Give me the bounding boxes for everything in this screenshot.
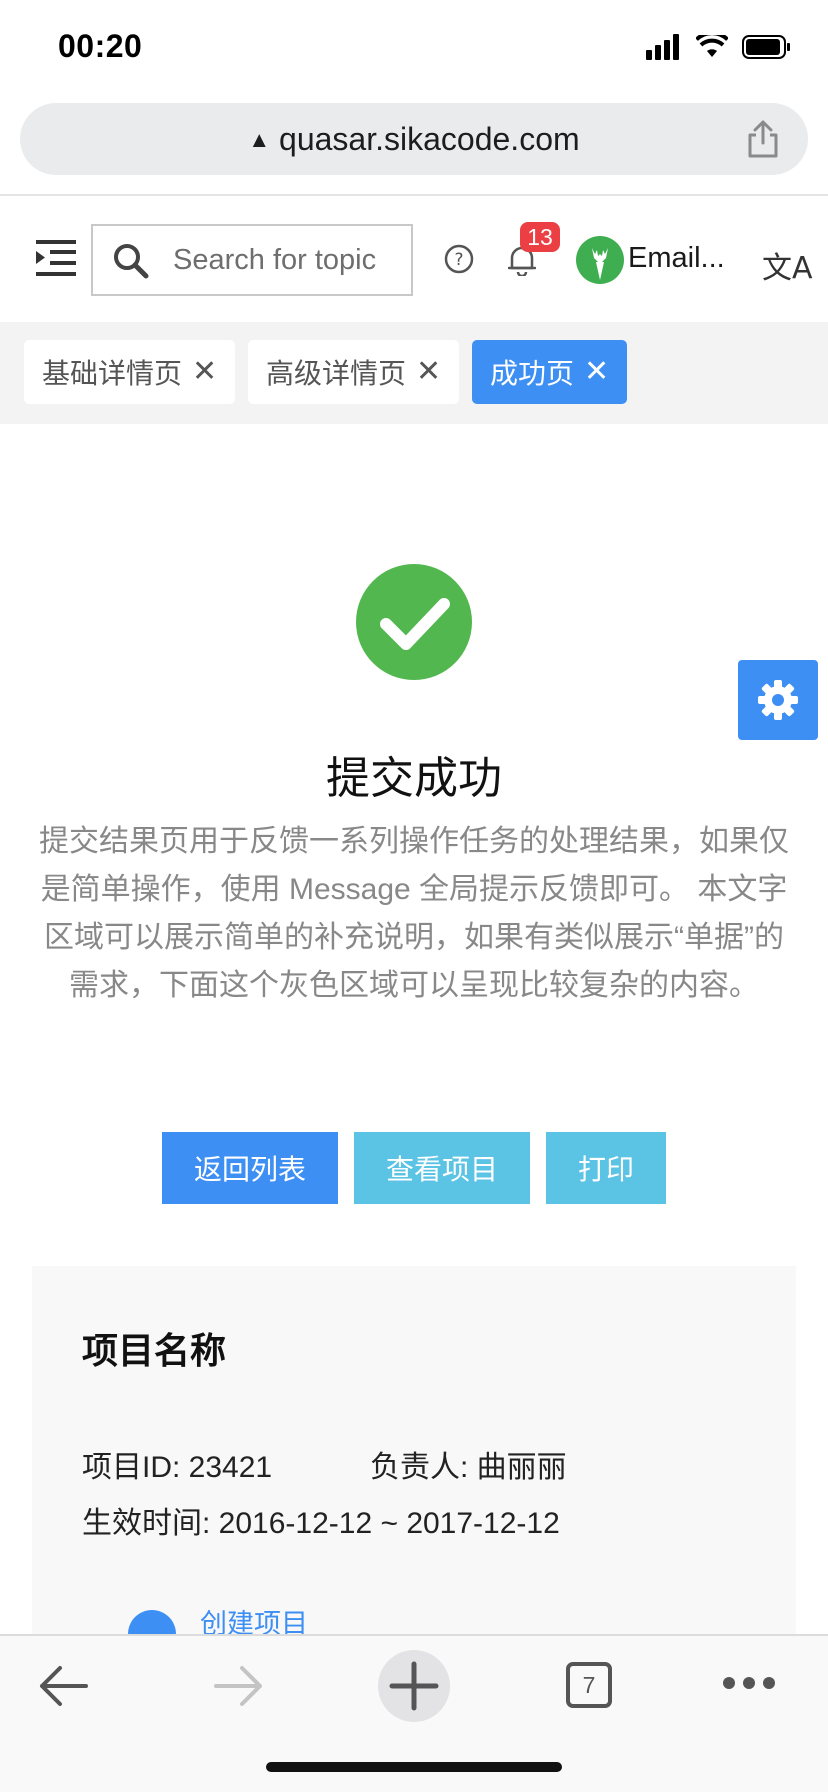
warning-icon: ▲ [248,127,271,152]
project-name-title: 项目名称 [82,1330,227,1371]
status-time: 00:20 [58,28,143,64]
checkmark-icon [380,598,450,650]
project-id: 项目ID: 23421 [82,1451,273,1484]
forward-arrow-icon[interactable] [212,1664,264,1708]
wifi-icon [696,35,728,57]
search-icon [114,244,149,279]
project-owner: 负责人: 曲丽丽 [370,1451,567,1484]
user-email[interactable]: Email... [628,242,725,275]
result-title: 提交成功 [326,754,502,803]
new-tab-icon[interactable] [378,1650,450,1722]
result-description: 提交结果页用于反馈一系列操作任务的处理结果，如果仅是简单操作，使用 Messag… [39,825,789,1002]
tab-basic-detail[interactable]: 基础详情页 ✕ [24,340,236,404]
search-box[interactable] [91,224,413,296]
avatar[interactable] [576,236,624,284]
menu-indent-icon[interactable] [36,240,76,276]
detail-panel: 项目名称 项目ID: 23421 负责人: 曲丽丽 生效时间: 2016-12-… [32,1266,796,1658]
effective-time: 生效时间: 2016-12-12 ~ 2017-12-12 [82,1507,560,1540]
tab-count: 7 [582,1671,596,1698]
close-icon[interactable]: ✕ [584,357,609,387]
notification-badge: 13 [520,222,560,252]
status-icons [646,34,792,60]
print-button[interactable]: 打印 [546,1132,666,1204]
close-icon[interactable]: ✕ [416,357,441,387]
tab-count-icon[interactable]: 7 [566,1662,612,1708]
view-project-button[interactable]: 查看项目 [354,1132,530,1204]
tab-label: 成功页 [490,358,575,389]
tab-label: 基础详情页 [42,358,183,389]
share-icon[interactable] [746,119,780,159]
gear-icon [758,680,798,720]
back-to-list-button[interactable]: 返回列表 [162,1132,338,1204]
success-icon [356,564,472,680]
back-arrow-icon[interactable] [38,1664,90,1708]
tab-success[interactable]: 成功页 ✕ [472,340,628,404]
home-indicator [266,1762,562,1772]
settings-button[interactable] [738,660,818,740]
battery-icon [742,35,790,59]
url-text: quasar.sikacode.com [279,121,580,157]
svg-text:?: ? [454,250,463,270]
cellular-signal-icon [646,34,679,60]
url-display[interactable]: ▲ quasar.sikacode.com [20,121,808,158]
address-bar[interactable]: ▲ quasar.sikacode.com [20,103,808,175]
translate-icon[interactable]: 文A [762,243,813,287]
close-icon[interactable]: ✕ [192,357,217,387]
tab-advanced-detail[interactable]: 高级详情页 ✕ [248,340,460,404]
page-tabs: 基础详情页 ✕ 高级详情页 ✕ 成功页 ✕ [0,322,828,424]
tab-label: 高级详情页 [266,358,407,389]
deer-logo-icon [592,248,608,280]
divider [0,194,828,196]
search-input[interactable] [173,226,403,294]
help-icon[interactable]: ? [444,244,474,274]
more-icon[interactable] [722,1676,776,1690]
